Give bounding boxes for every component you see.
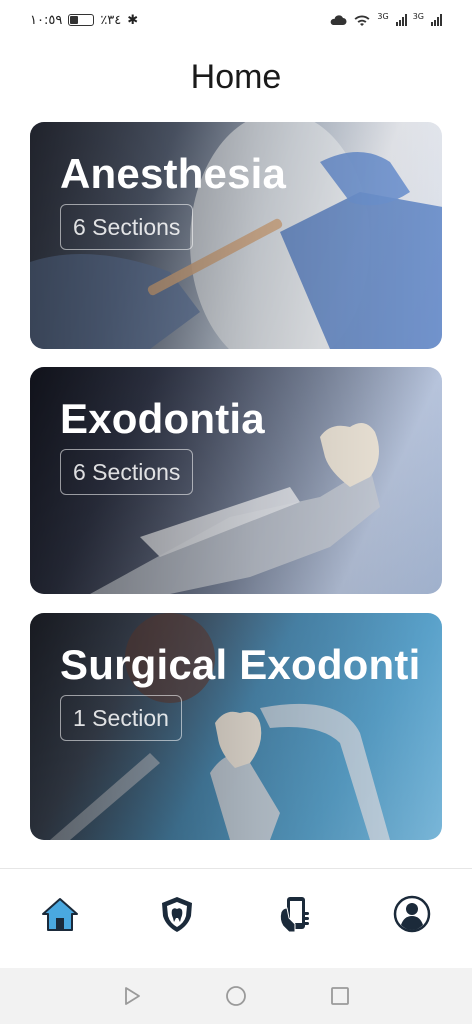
sections-badge: 1 Section (60, 695, 182, 741)
network-label-1: 3G (377, 11, 389, 21)
recents-icon (331, 987, 349, 1005)
sections-badge: 6 Sections (60, 204, 194, 250)
bottom-nav (0, 868, 472, 968)
status-time: ١٠:٥٩ (30, 12, 63, 28)
card-exodontia[interactable]: Exodontia 6 Sections (30, 367, 442, 594)
bluetooth-icon: ✱ (127, 12, 139, 28)
card-surgical-exodontia[interactable]: Surgical Exodonti 1 Section (30, 613, 442, 840)
page-title: Home (190, 58, 282, 96)
system-home-button[interactable] (223, 983, 249, 1009)
nav-profile[interactable] (390, 892, 434, 936)
home-circle-icon (226, 986, 246, 1006)
nav-home[interactable] (38, 892, 82, 936)
signal-icon-2 (431, 14, 442, 26)
battery-percent: ٪٣٤ (100, 12, 122, 28)
card-title: Surgical Exodonti (60, 641, 421, 688)
nav-phone[interactable] (273, 892, 317, 936)
card-title: Exodontia (60, 395, 265, 442)
back-icon (125, 987, 140, 1005)
system-recents-button[interactable] (327, 983, 353, 1009)
wifi-icon (354, 14, 370, 26)
home-icon (42, 897, 78, 931)
sections-badge: 6 Sections (60, 449, 194, 495)
system-back-button[interactable] (119, 983, 145, 1009)
card-title: Anesthesia (60, 150, 287, 197)
profile-icon (393, 895, 431, 932)
signal-icon-1 (395, 14, 407, 26)
card-anesthesia[interactable]: Anesthesia 6 Sections (30, 122, 442, 349)
phone-hand-icon (279, 896, 309, 932)
system-nav (0, 968, 472, 1024)
tooth-shield-icon (162, 896, 193, 932)
battery-icon (68, 14, 95, 26)
status-left: ١٠:٥٩ ٪٣٤ ✱ (30, 13, 138, 28)
nav-dental[interactable] (155, 892, 199, 936)
cloud-icon (331, 15, 347, 25)
battery-fill (70, 16, 79, 24)
status-bar: ١٠:٥٩ ٪٣٤ ✱ 3G 3G (0, 0, 472, 40)
network-label-2: 3G (412, 11, 424, 21)
status-right: 3G 3G (329, 11, 442, 27)
